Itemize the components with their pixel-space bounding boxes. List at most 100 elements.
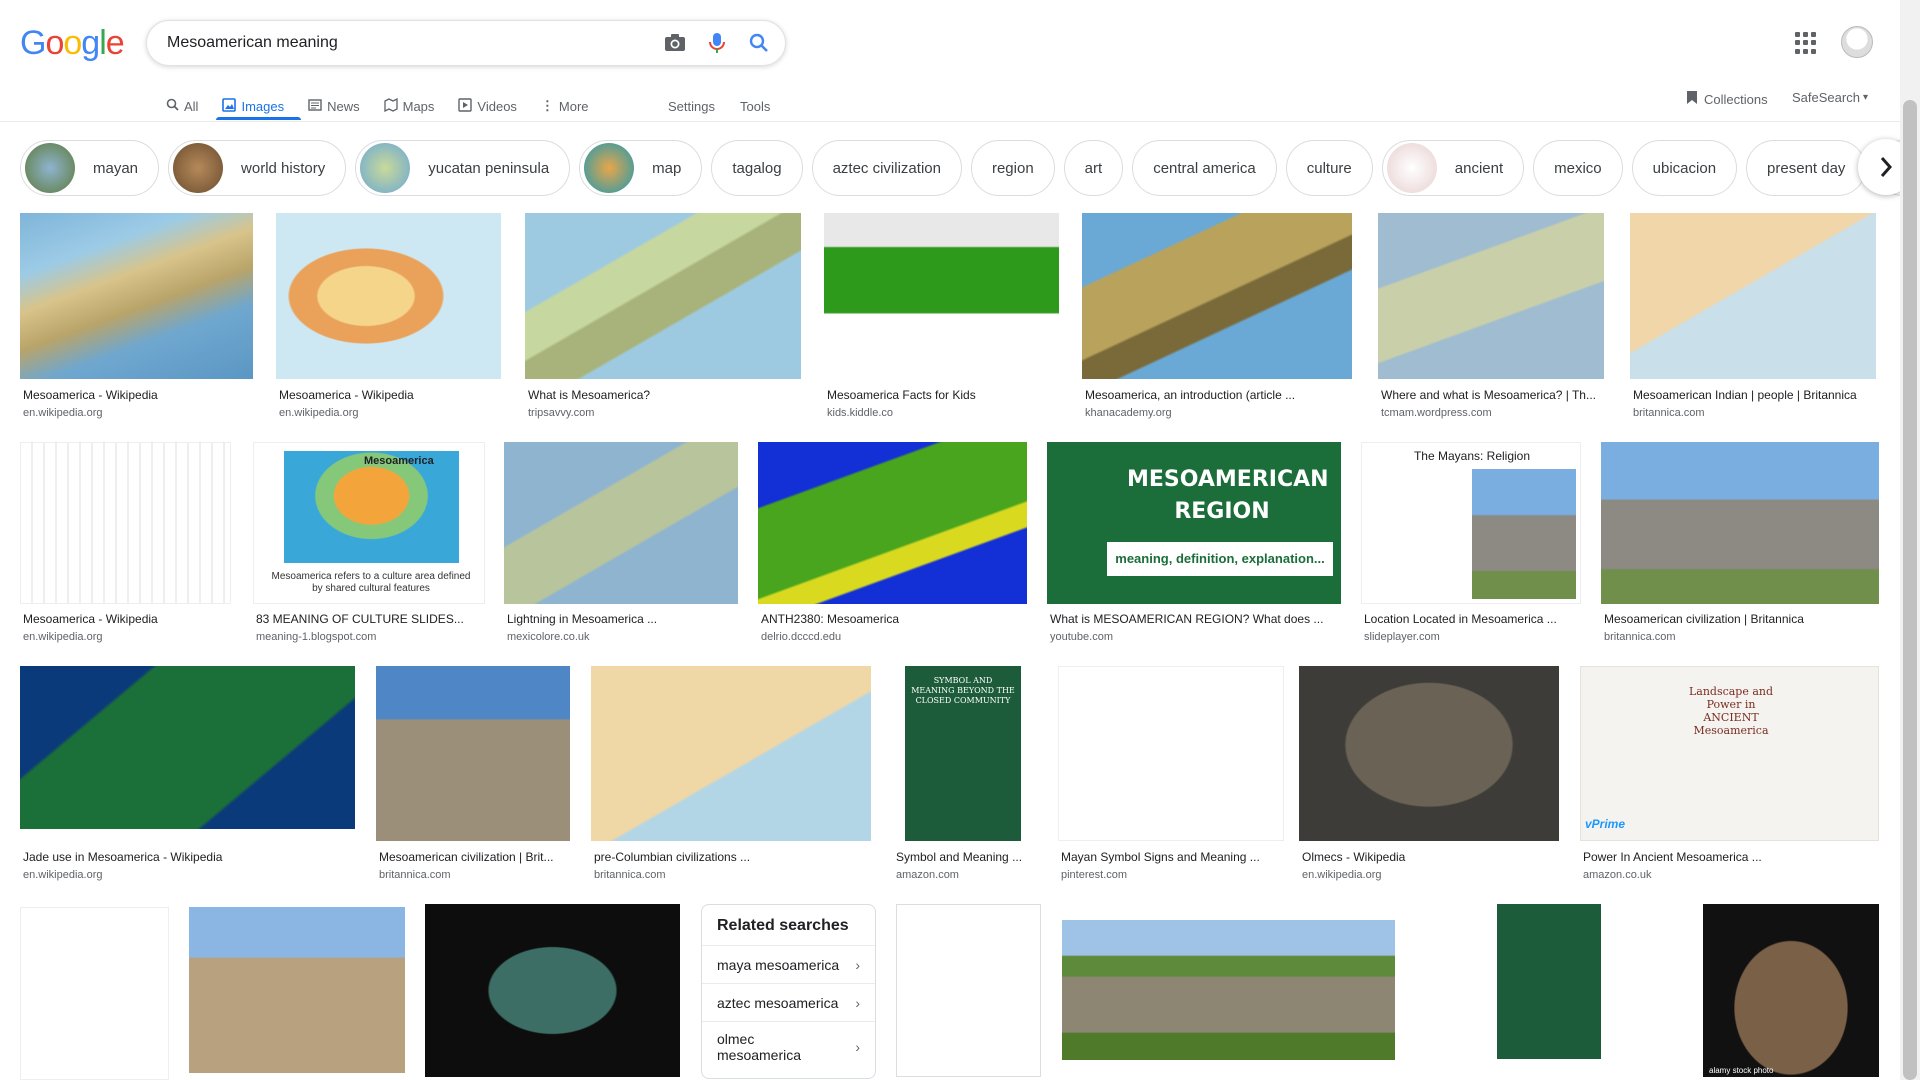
- chip-tagalog[interactable]: tagalog: [711, 140, 803, 196]
- tools-link[interactable]: Tools: [740, 91, 770, 121]
- tab-news[interactable]: News: [308, 91, 360, 121]
- apps-grid-icon[interactable]: [1795, 32, 1817, 54]
- result-thumbnail[interactable]: The Mayans: Religion: [1361, 442, 1581, 604]
- result-title[interactable]: Mayan Symbol Signs and Meaning ...: [1061, 850, 1287, 864]
- result-title[interactable]: Mesoamerican civilization | Brit...: [379, 850, 573, 864]
- result-domain: youtube.com: [1050, 631, 1113, 643]
- chip-thumbnail: [173, 143, 224, 193]
- result-title[interactable]: Location Located in Mesoamerica ...: [1364, 612, 1584, 626]
- result-title[interactable]: Where and what is Mesoamerica? | Th...: [1381, 388, 1607, 402]
- result-thumbnail[interactable]: [20, 666, 355, 829]
- chip-present-day[interactable]: present day: [1746, 140, 1867, 196]
- result-thumbnail[interactable]: Mesoamerica Mesoamerica refers to a cult…: [253, 442, 485, 604]
- result-title[interactable]: Power In Ancient Mesoamerica ...: [1583, 850, 1882, 864]
- result-title[interactable]: Symbol and Meaning ...: [896, 850, 1041, 864]
- result-thumbnail[interactable]: [20, 213, 253, 379]
- result-title[interactable]: Mesoamerica - Wikipedia: [23, 612, 234, 626]
- chip-art[interactable]: art: [1063, 140, 1124, 196]
- result-title[interactable]: What is MESOAMERICAN REGION? What does .…: [1050, 612, 1344, 626]
- settings-link[interactable]: Settings: [668, 91, 715, 121]
- result-thumbnail[interactable]: [896, 904, 1041, 1077]
- related-search-item[interactable]: maya mesoamerica ›: [702, 946, 875, 984]
- chip-world-history[interactable]: world history: [168, 140, 347, 196]
- chip-label: mayan: [93, 159, 139, 177]
- tab-maps[interactable]: Maps: [383, 91, 435, 121]
- chip-mexico[interactable]: mexico: [1533, 140, 1623, 196]
- result-thumbnail[interactable]: [525, 213, 801, 379]
- result-domain: amazon.co.uk: [1583, 869, 1652, 881]
- search-box[interactable]: [146, 20, 786, 66]
- microphone-icon[interactable]: [705, 31, 729, 55]
- result-thumbnail[interactable]: alamy stock photo: [1703, 904, 1879, 1077]
- google-logo[interactable]: Google: [20, 24, 125, 63]
- result-thumbnail[interactable]: [1082, 213, 1352, 379]
- chip-label: yucatan peninsula: [428, 159, 550, 177]
- tab-label: Maps: [402, 98, 435, 114]
- result-thumbnail[interactable]: [1415, 904, 1685, 1077]
- result-title[interactable]: Mesoamerica - Wikipedia: [279, 388, 504, 402]
- chip-map[interactable]: map: [579, 140, 703, 196]
- avatar[interactable]: [1841, 26, 1873, 58]
- related-chips: mayan world history yucatan peninsula ma…: [20, 139, 1920, 197]
- result-thumbnail[interactable]: [20, 442, 231, 604]
- result-title[interactable]: ANTH2380: Mesoamerica: [761, 612, 1030, 626]
- chip-mayan[interactable]: mayan: [20, 140, 160, 196]
- camera-icon[interactable]: [663, 31, 687, 55]
- chip-yucatan[interactable]: yucatan peninsula: [355, 140, 571, 196]
- result-thumbnail[interactable]: [425, 904, 680, 1077]
- tab-all[interactable]: All: [166, 91, 198, 121]
- book-title: Landscape and Power in ANCIENT Mesoameri…: [1688, 685, 1774, 737]
- result-thumbnail[interactable]: [824, 213, 1059, 379]
- scrollbar-thumb[interactable]: [1903, 100, 1917, 1080]
- result-domain: mexicolore.co.uk: [507, 631, 590, 643]
- result-thumbnail[interactable]: [189, 907, 405, 1073]
- chip-central-america[interactable]: central america: [1132, 140, 1277, 196]
- result-domain: khanacademy.org: [1085, 407, 1172, 419]
- chip-ubicacion[interactable]: ubicacion: [1631, 140, 1738, 196]
- result-thumbnail[interactable]: [1378, 213, 1604, 379]
- result-thumbnail[interactable]: [376, 666, 570, 841]
- result-thumbnail[interactable]: MESOAMERICAN REGION meaning, definition,…: [1047, 442, 1341, 604]
- result-thumbnail[interactable]: [758, 442, 1027, 604]
- result-thumbnail[interactable]: [1062, 920, 1395, 1060]
- chip-aztec[interactable]: aztec civilization: [811, 140, 962, 196]
- related-search-label: aztec mesoamerica: [717, 994, 839, 1011]
- result-domain: britannica.com: [594, 869, 666, 881]
- result-title[interactable]: Mesoamerica - Wikipedia: [23, 388, 256, 402]
- chip-ancient[interactable]: ancient: [1381, 140, 1525, 196]
- result-domain: en.wikipedia.org: [279, 407, 359, 419]
- collections-link[interactable]: Collections: [1686, 90, 1768, 108]
- result-thumbnail[interactable]: [591, 666, 871, 841]
- result-domain: slideplayer.com: [1364, 631, 1440, 643]
- related-search-item[interactable]: olmec mesoamerica ›: [702, 1022, 875, 1072]
- result-title[interactable]: Olmecs - Wikipedia: [1302, 850, 1562, 864]
- result-title[interactable]: What is Mesoamerica?: [528, 388, 804, 402]
- result-thumbnail[interactable]: Landscape and Power in ANCIENT Mesoameri…: [1580, 666, 1879, 841]
- result-thumbnail[interactable]: [276, 213, 501, 379]
- search-input[interactable]: [167, 34, 637, 52]
- safesearch-menu[interactable]: SafeSearch ▾: [1792, 90, 1868, 105]
- tab-more[interactable]: ⋮ More: [541, 91, 589, 121]
- chip-label: tagalog: [732, 159, 782, 177]
- tab-videos[interactable]: Videos: [458, 91, 517, 121]
- result-title[interactable]: Lightning in Mesoamerica ...: [507, 612, 741, 626]
- related-search-item[interactable]: aztec mesoamerica ›: [702, 984, 875, 1022]
- search-icon[interactable]: [747, 31, 771, 55]
- result-thumbnail[interactable]: [1058, 666, 1284, 841]
- result-thumbnail[interactable]: [1299, 666, 1559, 841]
- result-title[interactable]: 83 MEANING OF CULTURE SLIDES...: [256, 612, 488, 626]
- chip-label: ancient: [1454, 159, 1504, 177]
- result-title[interactable]: Mesoamerica Facts for Kids: [827, 388, 1062, 402]
- result-thumbnail[interactable]: [1601, 442, 1879, 604]
- chip-region[interactable]: region: [970, 140, 1055, 196]
- chip-culture[interactable]: culture: [1285, 140, 1373, 196]
- result-thumbnail[interactable]: [1630, 213, 1876, 379]
- result-thumbnail[interactable]: [504, 442, 738, 604]
- result-thumbnail[interactable]: SYMBOL AND MEANING BEYOND THE CLOSED COM…: [893, 666, 1038, 841]
- result-title[interactable]: pre-Columbian civilizations ...: [594, 850, 874, 864]
- result-title[interactable]: Mesoamerican Indian | people | Britannic…: [1633, 388, 1879, 402]
- result-thumbnail[interactable]: [20, 907, 169, 1080]
- result-title[interactable]: Mesoamerica, an introduction (article ..…: [1085, 388, 1355, 402]
- result-title[interactable]: Jade use in Mesoamerica - Wikipedia: [23, 850, 358, 864]
- result-title[interactable]: Mesoamerican civilization | Britannica: [1604, 612, 1882, 626]
